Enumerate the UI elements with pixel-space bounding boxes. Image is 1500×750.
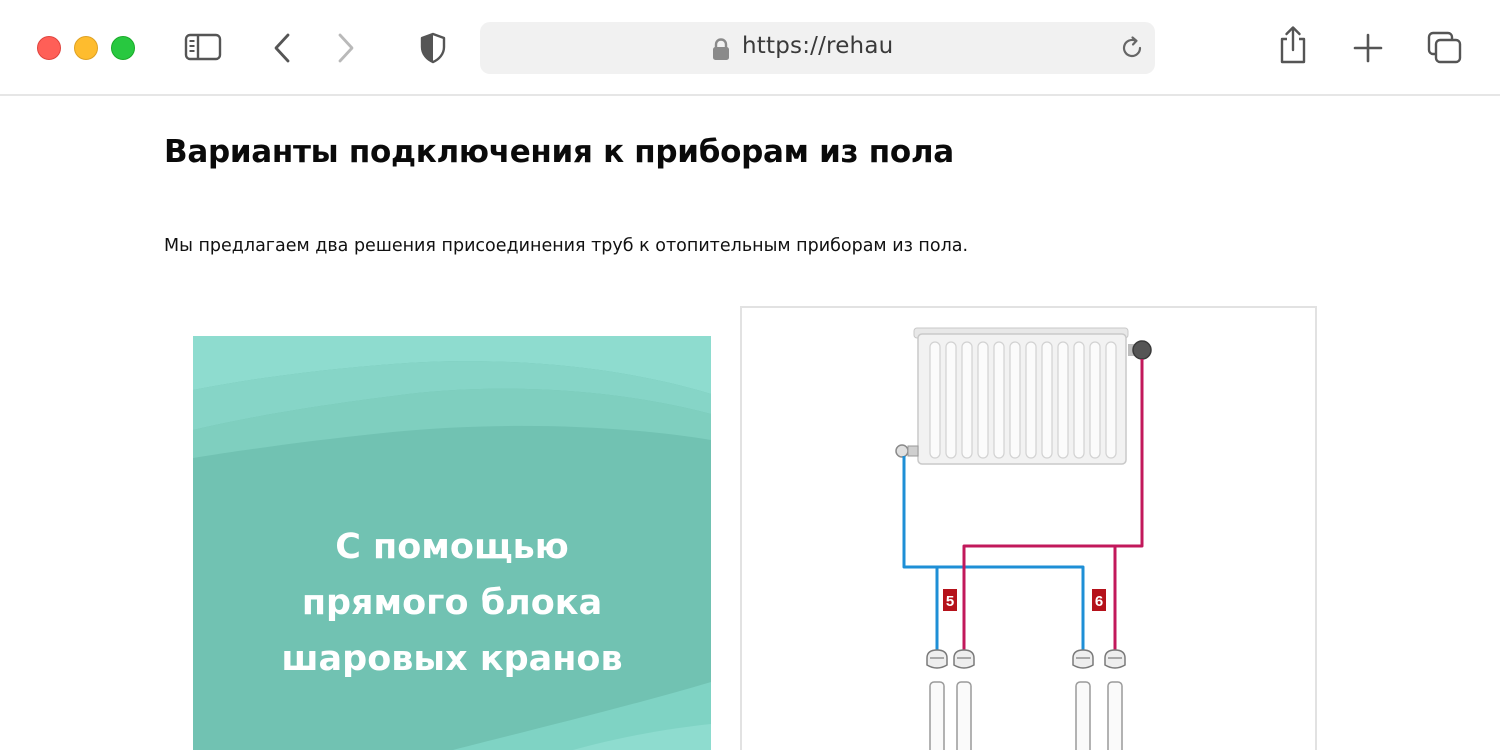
thermostat-head-icon <box>1128 340 1152 360</box>
close-window-button[interactable] <box>37 36 61 60</box>
intro-text: Мы предлагаем два решения присоединения … <box>164 236 969 256</box>
browser-toolbar: https://rehau <box>0 0 1500 96</box>
lock-icon <box>713 38 729 60</box>
radiator-connection-diagram: 5 6 <box>895 327 1152 750</box>
chevron-left-icon <box>274 33 290 63</box>
plus-icon <box>1353 33 1383 63</box>
tabs-overview-icon <box>1427 31 1462 64</box>
tabs-overview-button[interactable] <box>1426 30 1464 66</box>
label-5: 5 <box>943 589 957 611</box>
fitting-icon <box>926 649 1126 669</box>
valve-icon <box>895 444 919 458</box>
zoom-window-button[interactable] <box>111 36 135 60</box>
caption-line: прямого блока <box>301 583 603 623</box>
share-icon <box>1280 26 1306 64</box>
share-button[interactable] <box>1276 24 1310 66</box>
floor-pipes <box>929 681 1123 750</box>
ball-valve-block-card[interactable]: С помощью прямого блока шаровых кранов <box>193 336 711 750</box>
sidebar-toggle-button[interactable] <box>184 32 222 62</box>
supply-pipes <box>902 456 1085 651</box>
label-5-text: 5 <box>946 593 954 610</box>
privacy-report-button[interactable] <box>418 31 448 65</box>
url-text: https://rehau <box>742 33 894 59</box>
caption-line: С помощью <box>335 527 569 567</box>
caption-line: шаровых кранов <box>281 639 623 679</box>
radiator-icon <box>913 327 1129 465</box>
new-tab-button[interactable] <box>1352 32 1384 64</box>
page-title: Варианты подключения к приборам из пола <box>164 134 954 170</box>
ball-valve-card-caption: С помощью прямого блока шаровых кранов <box>193 519 711 687</box>
sidebar-icon <box>184 33 222 61</box>
label-6: 6 <box>1092 589 1106 611</box>
back-button[interactable] <box>268 30 298 66</box>
address-bar[interactable]: https://rehau <box>480 22 1155 74</box>
connection-diagram-card[interactable]: 5 6 <box>740 306 1317 750</box>
minimize-window-button[interactable] <box>74 36 98 60</box>
shield-icon <box>420 32 446 64</box>
reload-icon[interactable] <box>1119 35 1145 61</box>
chevron-right-icon <box>338 33 354 63</box>
forward-button[interactable] <box>330 30 360 66</box>
label-6-text: 6 <box>1095 593 1103 610</box>
